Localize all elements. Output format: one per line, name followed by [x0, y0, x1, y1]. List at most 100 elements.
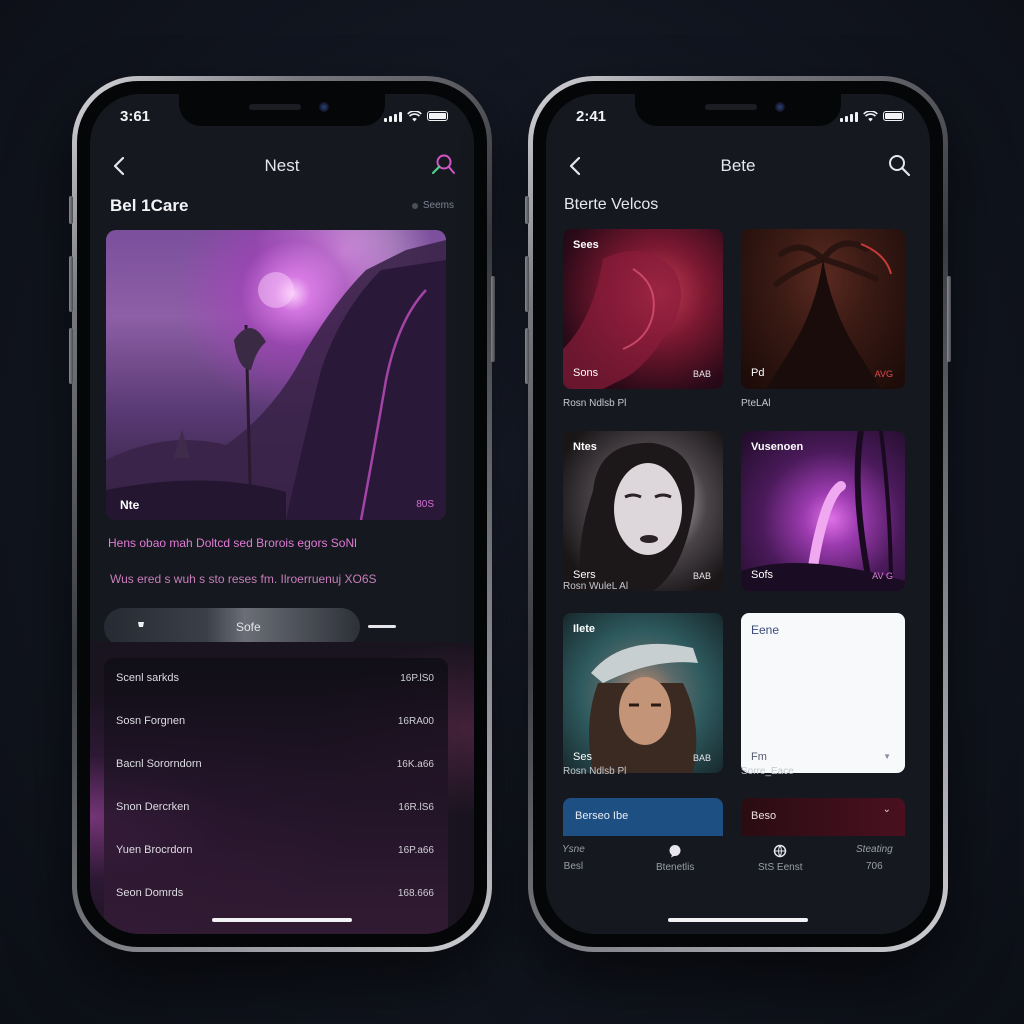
tile-subtitle: Sons — [573, 367, 599, 379]
list-item-value: 16P.lS0 — [400, 672, 434, 684]
back-chevron-icon[interactable] — [108, 154, 132, 178]
tile-title: Ntes — [573, 441, 597, 453]
section-title: Bel 1Care — [110, 196, 189, 215]
video-tile[interactable]: Ntes Sers BAB — [563, 431, 723, 591]
chat-bubble-icon — [669, 845, 681, 858]
video-tile[interactable]: Pd AVG — [741, 229, 905, 389]
list-item-label: Bacnl Sororndorn — [116, 758, 202, 770]
chevron-down-icon[interactable]: ▼ — [883, 752, 891, 761]
tab-label: StS Eenst — [758, 862, 803, 873]
notch — [635, 94, 841, 126]
list-item-label: Sosn Forgnen — [116, 715, 186, 727]
tile-subtitle: Pd — [751, 367, 765, 379]
page-title: Bete — [720, 156, 756, 175]
section-meta[interactable]: Seems — [411, 200, 454, 211]
tile-subtitle: Sers — [573, 569, 596, 581]
tab-top-label: Ysne — [562, 844, 585, 855]
camera-icon — [775, 102, 785, 112]
video-tile[interactable]: Ilete Ses BAB — [563, 613, 723, 773]
list-item-value: 16RA00 — [397, 715, 434, 727]
menu-dash-icon[interactable] — [368, 625, 396, 628]
battery-icon — [427, 111, 448, 121]
power-button — [491, 276, 495, 362]
tile-badge: BAB — [692, 753, 711, 763]
list-item-value: 16P.a66 — [398, 844, 434, 856]
globe-icon — [773, 844, 787, 858]
volume-down-button — [525, 328, 529, 384]
tile-caption: Rosn Ndlsb Pl — [563, 398, 627, 409]
tab-top-label: Steating — [856, 844, 893, 855]
dot-icon — [411, 202, 418, 209]
list-item[interactable]: Bacnl Sororndorn 16K.a66 — [116, 754, 434, 774]
wifi-icon — [407, 110, 422, 122]
tile-artwork — [766, 240, 892, 389]
video-tile[interactable]: Eene Fm ▼ — [741, 613, 905, 773]
list-item[interactable]: Sosn Forgnen 16RA00 — [116, 711, 434, 731]
section-meta-label: Seems — [422, 200, 454, 211]
list-item-label: Seon Domrds — [116, 887, 184, 899]
list-item[interactable]: Snon Dercrken 16R.lS6 — [116, 797, 434, 817]
signal-icon — [384, 111, 402, 122]
section-title: Bterte Velcos — [564, 196, 659, 213]
home-indicator[interactable] — [212, 918, 352, 922]
nav-bar: Nest — [104, 148, 460, 184]
tab-item-browse[interactable]: Btenetlis — [656, 844, 694, 873]
tab-item-events[interactable]: StS Eenst — [758, 844, 802, 873]
list-item-value: 168.666 — [397, 887, 434, 899]
tile-title: Ilete — [573, 623, 596, 635]
volume-up-button — [69, 256, 73, 312]
list-item-value: 16R.lS6 — [398, 801, 434, 813]
back-chevron-icon[interactable] — [564, 154, 588, 178]
tile-title: Sees — [573, 239, 599, 251]
tile-caption: Sorre_Eace — [741, 766, 794, 777]
hero-image[interactable]: Nte 80S — [106, 230, 446, 520]
tile-artwork — [563, 251, 681, 389]
tab-label[interactable]: Sofe — [236, 620, 261, 634]
tab-label: Btenetlis — [656, 862, 695, 873]
status-time: 3:61 — [120, 107, 151, 125]
hero-tag: 80S — [416, 499, 434, 510]
tab-item-home[interactable]: Ysne Besl — [562, 844, 585, 872]
chevron-down-icon[interactable]: ⌄ — [883, 804, 891, 815]
list-item-value: 16K.a66 — [396, 758, 434, 770]
tile-caption: PteLAl — [741, 398, 771, 409]
volume-down-button — [69, 328, 73, 384]
screen-right: 2:41 Bete Bterte Velcos Sees Sons BAB Ro… — [546, 94, 930, 934]
video-tile[interactable]: Vusenoen Sofs AV G — [741, 431, 905, 591]
tile-badge: AV G — [872, 571, 893, 581]
pin-icon — [138, 622, 144, 632]
search-icon[interactable] — [886, 152, 912, 178]
tab-item-settings[interactable]: Steating 706 — [856, 844, 893, 872]
portrait-artwork — [579, 442, 695, 591]
segmented-tab[interactable]: Sofe — [104, 608, 360, 646]
tile-title: Vusenoen — [751, 441, 804, 453]
hero-caption: Nte — [120, 498, 140, 512]
signal-icon — [840, 111, 858, 122]
list-item[interactable]: Scenl sarkds 16P.lS0 — [116, 668, 434, 688]
volume-up-button — [525, 256, 529, 312]
list-item[interactable]: Yuen Brocrdorn 16P.a66 — [116, 840, 434, 860]
search-icon[interactable] — [430, 152, 456, 178]
card-blue[interactable]: Berseo Ibe — [563, 798, 723, 836]
tab-label: 706 — [866, 861, 883, 872]
notch — [179, 94, 385, 126]
tile-artwork — [741, 431, 905, 591]
screen-left: 3:61 Nest Bel 1Care Seems Nte 80S Hens o… — [90, 94, 474, 934]
description-line-2: Wus ered s wuh s sto reses fm. Ilroerrue… — [110, 572, 377, 586]
tile-subtitle: Sofs — [751, 569, 774, 581]
list-panel: Scenl sarkds 16P.lS0 Sosn Forgnen 16RA00… — [104, 658, 448, 934]
list-item-label: Yuen Brocrdorn — [116, 844, 193, 856]
list-item[interactable]: Seon Domrds 168.666 — [116, 883, 434, 903]
phone-right: 2:41 Bete Bterte Velcos Sees Sons BAB Ro… — [525, 76, 951, 952]
card-dark[interactable]: Beso ⌄ — [741, 798, 905, 836]
battery-icon — [883, 111, 904, 121]
tile-caption: Rosn WuleL Al — [563, 581, 629, 592]
list-item-label: Scenl sarkds — [116, 672, 179, 684]
tile-subtitle: Fm — [751, 751, 767, 763]
description-line-1: Hens obao mah Doltcd sed Brorois egors S… — [108, 536, 357, 550]
home-indicator[interactable] — [668, 918, 808, 922]
tile-caption: Rosn Ndlsb Pl — [563, 766, 627, 777]
video-tile[interactable]: Sees Sons BAB — [563, 229, 723, 389]
mute-switch — [525, 196, 529, 224]
list-item-label: Snon Dercrken — [116, 801, 190, 813]
